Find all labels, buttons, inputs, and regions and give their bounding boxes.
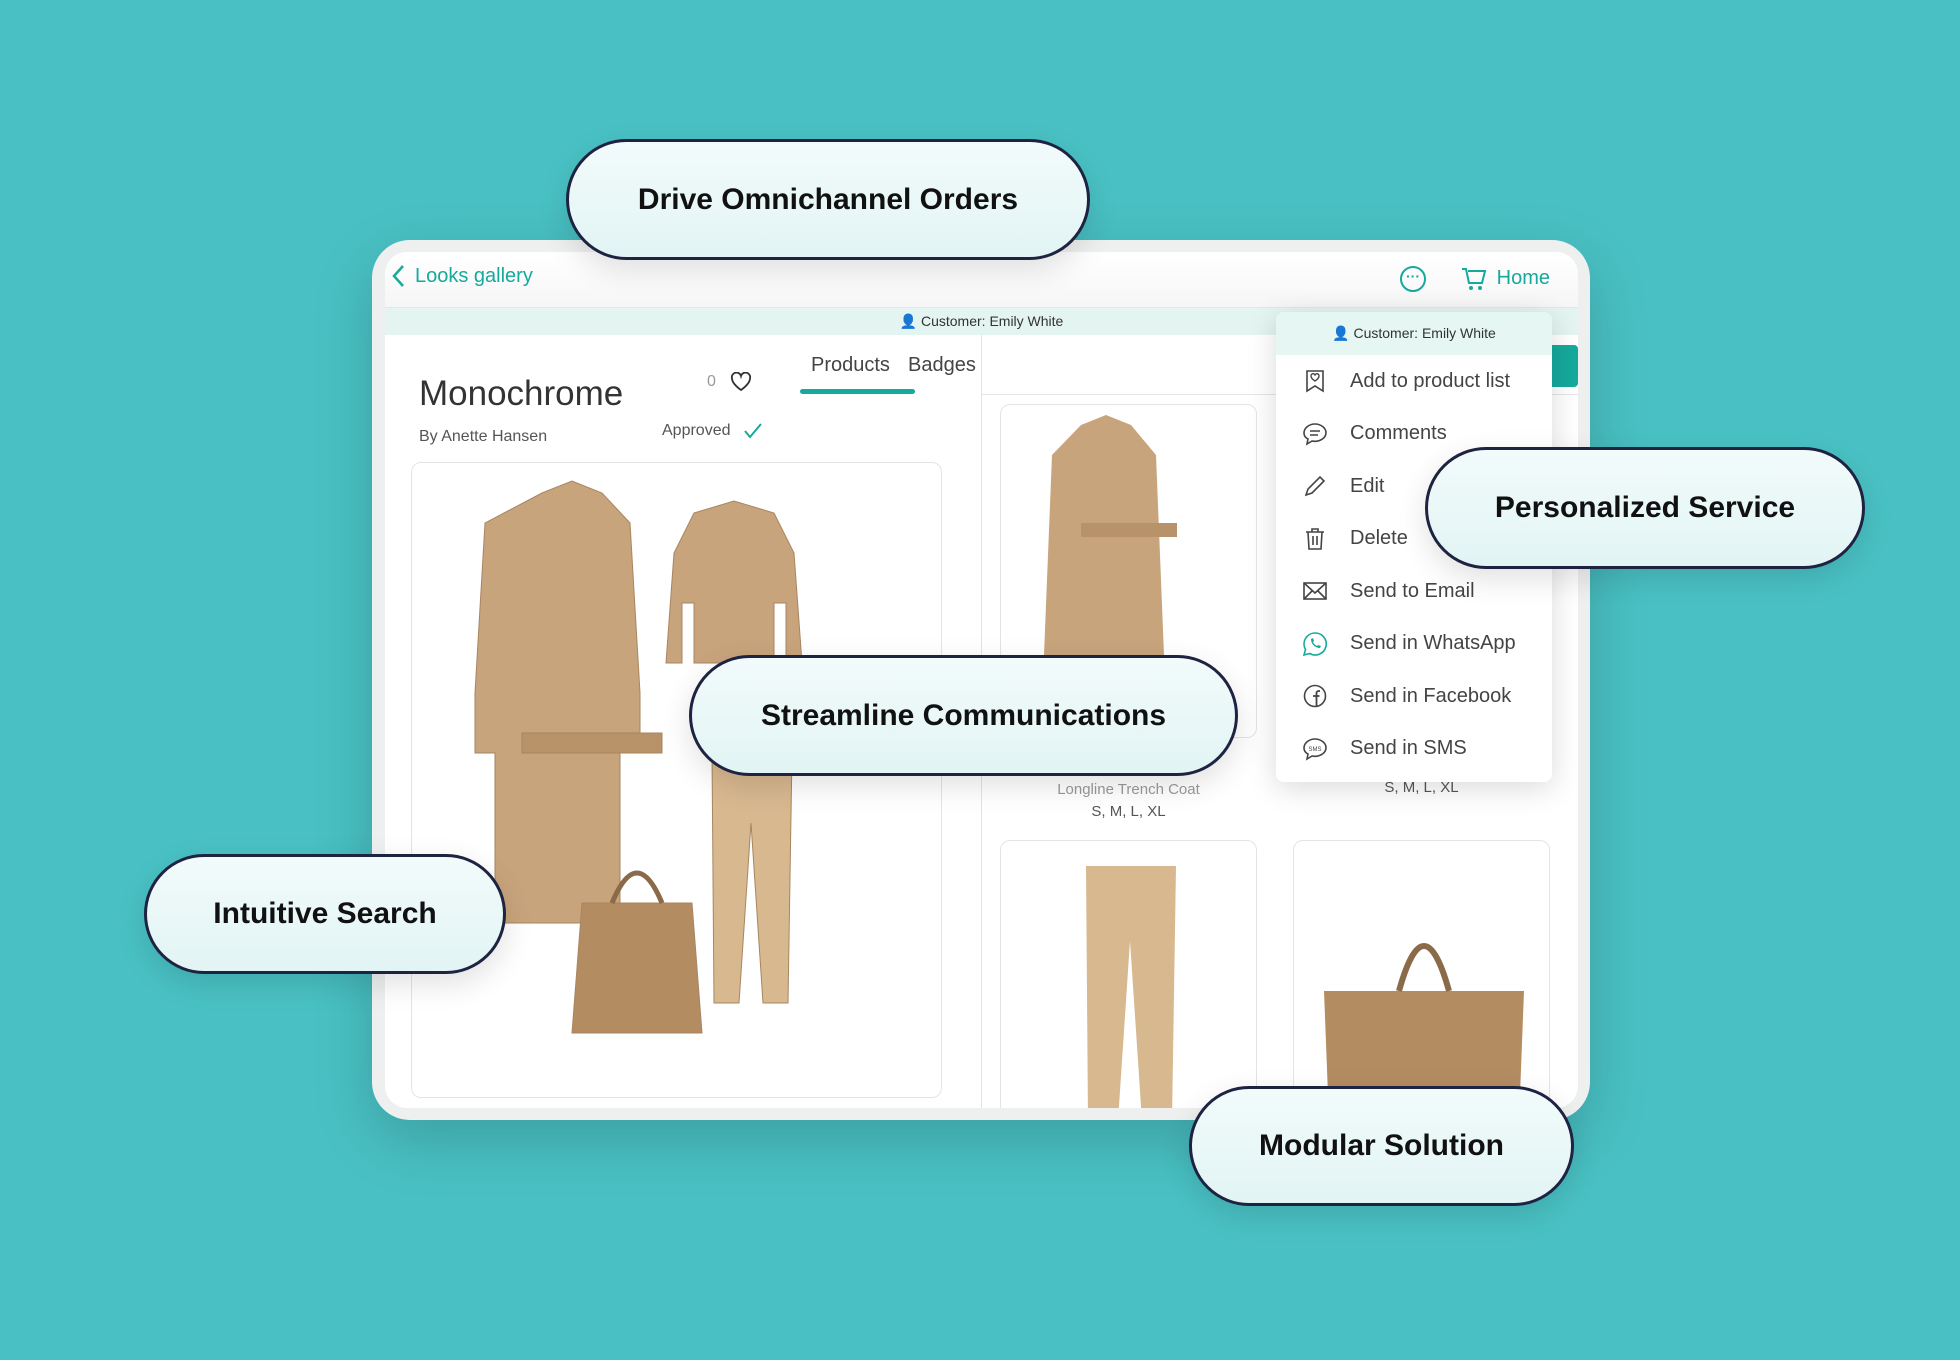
heart-icon[interactable] bbox=[730, 372, 752, 392]
callout-streamline-communications: Streamline Communications bbox=[689, 655, 1238, 776]
outfit-illustration bbox=[474, 480, 803, 1034]
active-tab-indicator bbox=[800, 389, 915, 394]
facebook-icon bbox=[1303, 684, 1327, 708]
chat-bubble-icon bbox=[1303, 422, 1327, 446]
chevron-left-icon bbox=[392, 265, 404, 287]
whatsapp-icon bbox=[1302, 631, 1327, 656]
menu-item-label: Comments bbox=[1350, 422, 1447, 445]
callout-personalized-service: Personalized Service bbox=[1425, 447, 1865, 569]
tab-products[interactable]: Products bbox=[811, 354, 890, 377]
menu-item-label: Send in Facebook bbox=[1350, 684, 1512, 707]
look-image[interactable] bbox=[411, 462, 942, 1098]
menu-customer-label: Customer: Emily White bbox=[1353, 325, 1496, 341]
menu-item-send-in-facebook[interactable]: Send in Facebook bbox=[1276, 670, 1552, 723]
menu-item-label: Add to product list bbox=[1350, 369, 1511, 392]
tote-bag-image bbox=[1324, 943, 1524, 1108]
home-link[interactable]: Home bbox=[1497, 267, 1550, 290]
menu-item-label: Send in WhatsApp bbox=[1350, 632, 1516, 655]
menu-item-label: Send to Email bbox=[1350, 579, 1475, 602]
product-sizes: S, M, L, XL bbox=[1091, 803, 1166, 820]
approval-status: Approved bbox=[662, 422, 763, 440]
menu-item-label: Send in SMS bbox=[1350, 737, 1467, 760]
callout-intuitive-search: Intuitive Search bbox=[144, 854, 506, 974]
check-icon bbox=[743, 423, 762, 439]
status-label: Approved bbox=[662, 422, 731, 439]
top-bar: Looks gallery ··· Home bbox=[385, 252, 1578, 308]
menu-item-send-in-whatsapp[interactable]: Send in WhatsApp bbox=[1276, 618, 1552, 671]
likes: 0 bbox=[707, 372, 752, 392]
menu-item-send-to-email[interactable]: Send to Email bbox=[1276, 565, 1552, 618]
user-icon: 👤 bbox=[1332, 325, 1354, 341]
look-author: By Anette Hansen bbox=[419, 428, 548, 445]
like-count: 0 bbox=[707, 373, 716, 390]
customer-label: Customer: Emily White bbox=[920, 313, 1064, 329]
bookmark-heart-icon bbox=[1306, 370, 1324, 393]
back-label: Looks gallery bbox=[415, 264, 533, 287]
ellipsis-circle-icon[interactable]: ··· bbox=[1400, 266, 1426, 292]
svg-text:SMS: SMS bbox=[1308, 747, 1321, 753]
sms-icon: SMS bbox=[1303, 737, 1327, 761]
pencil-icon bbox=[1304, 476, 1326, 497]
product-card[interactable] bbox=[1000, 840, 1257, 1108]
cart-icon[interactable] bbox=[1460, 266, 1488, 292]
product-card[interactable] bbox=[1293, 840, 1550, 1108]
back-button[interactable]: Looks gallery bbox=[391, 264, 533, 288]
trash-icon bbox=[1306, 527, 1324, 550]
menu-customer-header: 👤 Customer: Emily White bbox=[1276, 312, 1552, 355]
trousers-image bbox=[1086, 866, 1176, 1108]
envelope-icon bbox=[1303, 582, 1327, 601]
tab-badges[interactable]: Badges bbox=[908, 354, 976, 377]
user-icon: 👤 bbox=[899, 313, 921, 329]
menu-item-label: Edit bbox=[1350, 474, 1385, 497]
action-button[interactable] bbox=[1552, 345, 1578, 387]
menu-item-label: Delete bbox=[1350, 527, 1408, 550]
look-title: Monochrome bbox=[419, 374, 624, 413]
menu-item-add-to-product-list[interactable]: Add to product list bbox=[1276, 355, 1552, 408]
product-name: Longline Trench Coat bbox=[1057, 781, 1200, 798]
callout-modular-solution: Modular Solution bbox=[1189, 1086, 1574, 1206]
menu-item-send-in-sms[interactable]: SMS Send in SMS bbox=[1276, 723, 1552, 776]
callout-drive-omnichannel-orders: Drive Omnichannel Orders bbox=[566, 139, 1090, 260]
